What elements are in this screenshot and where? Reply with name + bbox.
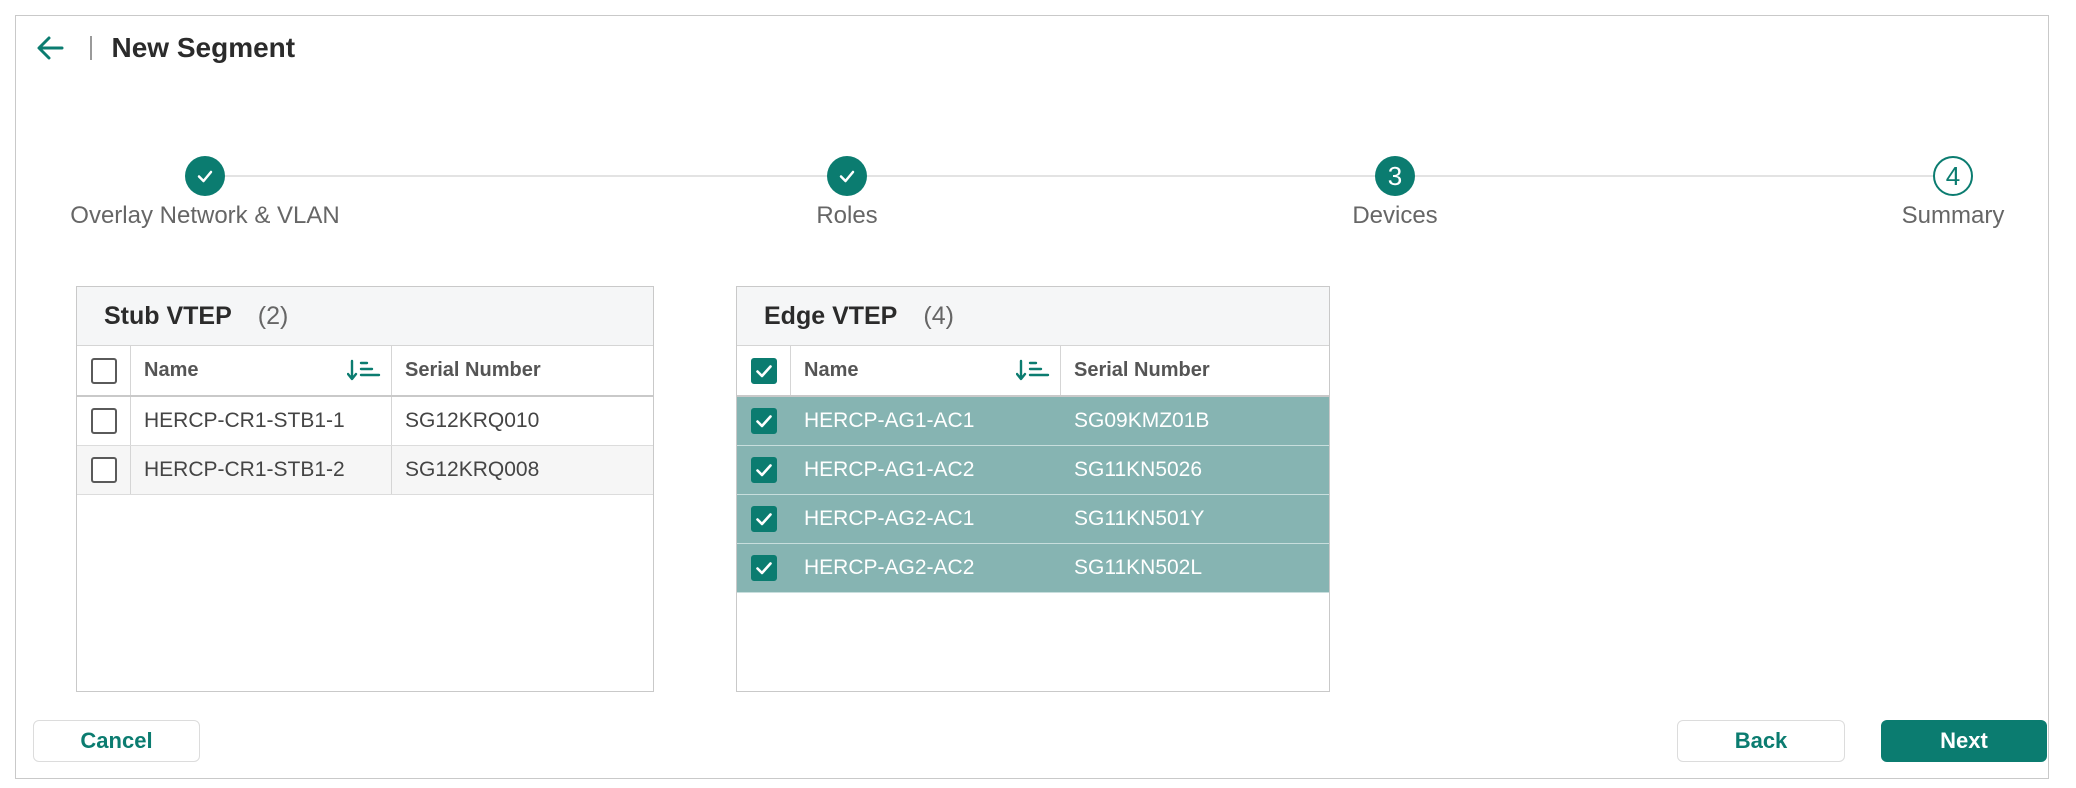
select-all-checkbox[interactable] <box>750 357 777 384</box>
sort-ascending-icon[interactable] <box>1016 359 1050 381</box>
checkmark-icon <box>755 415 772 428</box>
table-row[interactable]: HERCP-AG2-AC1 SG11KN501Y <box>737 495 1329 544</box>
table-row[interactable]: HERCP-CR1-STB1-1 SG12KRQ010 <box>77 397 653 446</box>
step-done-check-icon <box>185 156 225 196</box>
step-roles: Roles <box>697 156 997 230</box>
step-done-check-icon <box>827 156 867 196</box>
back-arrow-icon[interactable] <box>34 31 68 65</box>
serial-number: SG09KMZ01B <box>1074 409 1210 432</box>
step-number-badge: 4 <box>1933 156 1973 196</box>
edge-vtep-panel: Edge VTEP (4) Name Serial Number HERCP-A… <box>736 286 1330 692</box>
next-button[interactable]: Next <box>1881 720 2047 762</box>
row-checkbox-cell <box>77 397 131 445</box>
device-name: HERCP-AG1-AC1 <box>804 409 975 432</box>
checkmark-icon <box>755 562 772 575</box>
row-checkbox-cell <box>77 446 131 494</box>
checkmark-icon <box>755 364 772 377</box>
row-checkbox[interactable] <box>90 457 117 483</box>
row-checkbox-cell <box>737 544 791 592</box>
panel-count: (4) <box>923 301 954 330</box>
column-label: Serial Number <box>1074 359 1210 381</box>
select-all-cell <box>737 346 791 395</box>
table-row[interactable]: HERCP-AG1-AC2 SG11KN5026 <box>737 446 1329 495</box>
panel-title: Edge VTEP <box>764 301 898 330</box>
device-name: HERCP-AG2-AC1 <box>804 507 975 530</box>
table-header-row: Name Serial Number <box>737 346 1329 397</box>
row-checkbox[interactable] <box>750 506 777 532</box>
table-header-row: Name Serial Number <box>77 346 653 397</box>
back-button[interactable]: Back <box>1677 720 1845 762</box>
step-label: Devices <box>1352 202 1438 229</box>
row-checkbox[interactable] <box>750 457 777 483</box>
serial-number: SG11KN5026 <box>1074 458 1203 481</box>
step-summary: 4 Summary <box>1803 156 2076 230</box>
table-row[interactable]: HERCP-CR1-STB1-2 SG12KRQ008 <box>77 446 653 495</box>
page-header: New Segment <box>34 28 295 68</box>
row-checkbox[interactable] <box>750 555 777 581</box>
header-divider <box>90 36 92 60</box>
serial-column-header[interactable]: Serial Number <box>392 346 541 395</box>
step-overlay-network: Overlay Network & VLAN <box>55 156 355 230</box>
checkmark-icon <box>755 464 772 477</box>
table-row[interactable]: HERCP-AG2-AC2 SG11KN502L <box>737 544 1329 593</box>
step-devices: 3 Devices <box>1245 156 1545 230</box>
row-checkbox[interactable] <box>90 408 117 434</box>
name-column-header[interactable]: Name <box>131 346 392 395</box>
serial-number: SG11KN502L <box>1074 556 1203 579</box>
step-label: Summary <box>1901 202 2005 229</box>
serial-column-header[interactable]: Serial Number <box>1061 346 1210 395</box>
device-name: HERCP-CR1-STB1-1 <box>131 397 392 445</box>
stub-vtep-panel: Stub VTEP (2) Name Serial Number HERCP-C… <box>76 286 654 692</box>
panel-header: Stub VTEP (2) <box>77 287 653 346</box>
row-checkbox-cell <box>737 446 791 494</box>
name-column-header[interactable]: Name <box>791 346 1061 395</box>
serial-number: SG12KRQ008 <box>405 458 540 481</box>
cancel-button[interactable]: Cancel <box>33 720 200 762</box>
column-label: Name <box>144 359 199 381</box>
panel-title: Stub VTEP <box>104 301 232 330</box>
row-checkbox[interactable] <box>750 408 777 434</box>
step-number-badge: 3 <box>1375 156 1415 196</box>
row-checkbox-cell <box>737 397 791 445</box>
step-label: Overlay Network & VLAN <box>70 202 340 229</box>
device-name: HERCP-CR1-STB1-2 <box>131 446 392 494</box>
serial-number: SG12KRQ010 <box>405 409 540 432</box>
table-row[interactable]: HERCP-AG1-AC1 SG09KMZ01B <box>737 397 1329 446</box>
column-label: Name <box>804 359 859 381</box>
column-label: Serial Number <box>405 359 541 381</box>
device-name: HERCP-AG2-AC2 <box>804 556 975 579</box>
row-checkbox-cell <box>737 495 791 543</box>
select-all-checkbox[interactable] <box>90 357 117 384</box>
panel-header: Edge VTEP (4) <box>737 287 1329 346</box>
device-name: HERCP-AG1-AC2 <box>804 458 975 481</box>
page-title: New Segment <box>111 32 296 63</box>
sort-ascending-icon[interactable] <box>347 359 381 381</box>
select-all-cell <box>77 346 131 395</box>
step-label: Roles <box>816 202 878 229</box>
stepper-track <box>205 175 1953 177</box>
serial-number: SG11KN501Y <box>1074 507 1205 530</box>
checkmark-icon <box>755 513 772 526</box>
panel-count: (2) <box>257 301 289 330</box>
